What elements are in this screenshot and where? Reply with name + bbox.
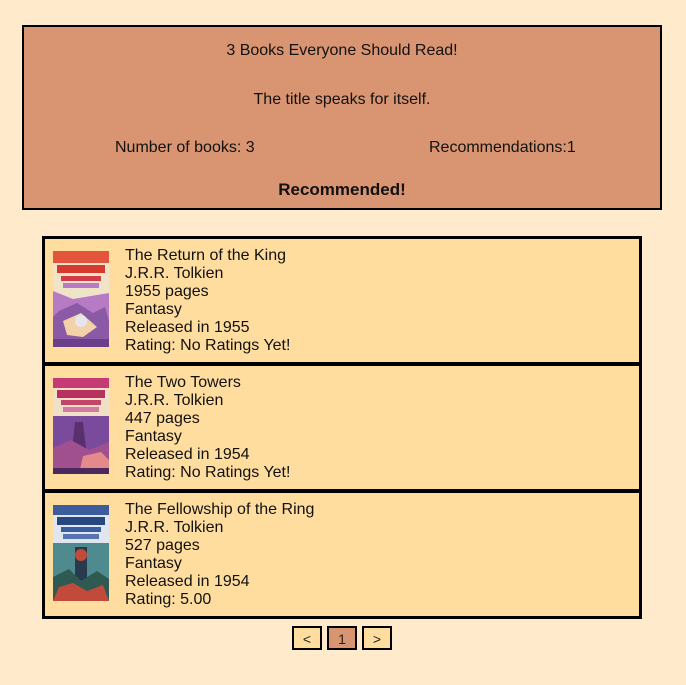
book-release: Released in 1955 — [125, 319, 250, 336]
book-author: J.R.R. Tolkien — [125, 519, 224, 536]
book-item[interactable]: The Return of the King J.R.R. Tolkien 19… — [42, 236, 642, 365]
book-list: The Return of the King J.R.R. Tolkien 19… — [42, 236, 642, 619]
book-info: The Fellowship of the Ring J.R.R. Tolkie… — [125, 501, 314, 609]
recommendation-count: Recommendations:1 — [429, 139, 576, 156]
book-pages: 1955 pages — [125, 283, 209, 300]
book-info: The Return of the King J.R.R. Tolkien 19… — [125, 247, 290, 355]
book-rating: Rating: No Ratings Yet! — [125, 464, 291, 481]
prev-page-button[interactable]: < — [292, 626, 322, 650]
book-author: J.R.R. Tolkien — [125, 392, 224, 409]
book-pages: 447 pages — [125, 410, 200, 427]
book-cover-image[interactable] — [53, 505, 109, 601]
book-genre: Fantasy — [125, 428, 182, 445]
book-cover-image[interactable] — [53, 378, 109, 474]
book-info: The Two Towers J.R.R. Tolkien 447 pages … — [125, 374, 290, 482]
book-author: J.R.R. Tolkien — [125, 265, 224, 282]
list-title: 3 Books Everyone Should Read! — [226, 42, 458, 59]
book-pages: 527 pages — [125, 537, 200, 554]
book-rating: Rating: No Ratings Yet! — [125, 337, 291, 354]
book-item[interactable]: The Two Towers J.R.R. Tolkien 447 pages … — [42, 363, 642, 492]
list-header-card: 3 Books Everyone Should Read! The title … — [22, 25, 662, 210]
book-genre: Fantasy — [125, 301, 182, 318]
book-release: Released in 1954 — [125, 573, 250, 590]
book-count: Number of books: 3 — [115, 139, 255, 156]
next-page-button[interactable]: > — [362, 626, 392, 650]
current-page-button[interactable]: 1 — [327, 626, 357, 650]
book-title[interactable]: The Two Towers — [125, 374, 290, 392]
book-title[interactable]: The Fellowship of the Ring — [125, 501, 314, 519]
book-release: Released in 1954 — [125, 446, 250, 463]
book-genre: Fantasy — [125, 555, 182, 572]
book-rating: Rating: 5.00 — [125, 591, 212, 608]
list-description: The title speaks for itself. — [253, 91, 431, 108]
book-title[interactable]: The Return of the King — [125, 247, 290, 265]
book-item[interactable]: The Fellowship of the Ring J.R.R. Tolkie… — [42, 490, 642, 619]
book-cover-image[interactable] — [53, 251, 109, 347]
recommended-label: Recommended! — [278, 180, 406, 199]
